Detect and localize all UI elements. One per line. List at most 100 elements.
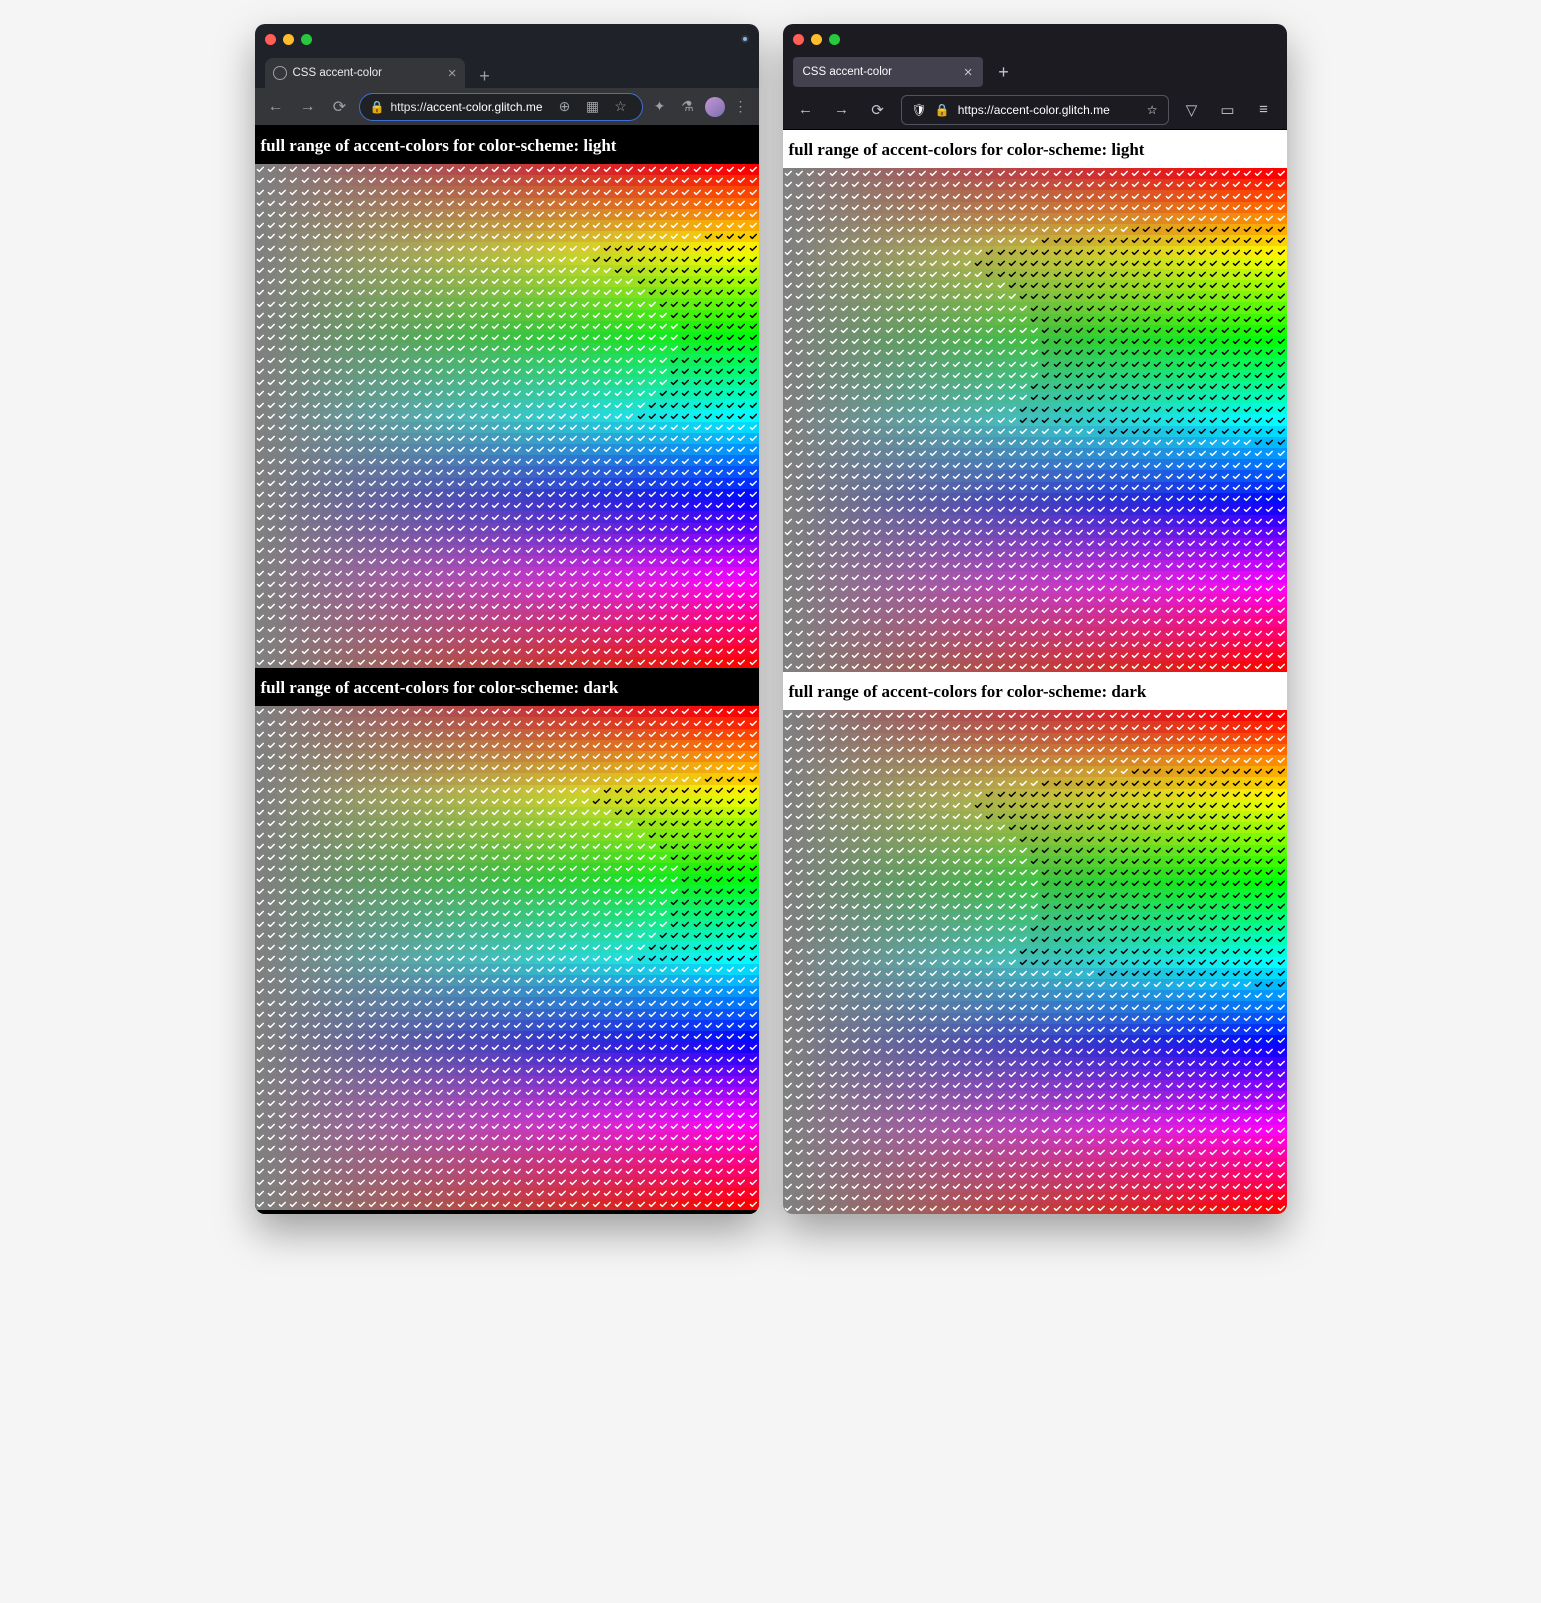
accent-cell[interactable] [680,635,691,646]
accent-cell[interactable] [872,235,883,246]
accent-cell[interactable] [277,785,288,796]
accent-cell[interactable] [883,325,894,336]
accent-cell[interactable] [579,276,590,287]
accent-cell[interactable] [411,1087,422,1098]
accent-cell[interactable] [1175,235,1186,246]
accent-cell[interactable] [591,567,602,578]
accent-cell[interactable] [490,556,501,567]
accent-cell[interactable] [400,885,411,896]
accent-cell[interactable] [984,213,995,224]
accent-cell[interactable] [647,785,658,796]
accent-cell[interactable] [255,164,266,175]
accent-cell[interactable] [445,646,456,657]
accent-cell[interactable] [1130,168,1141,179]
accent-cell[interactable] [535,579,546,590]
accent-cell[interactable] [456,762,467,773]
accent-cell[interactable] [861,258,872,269]
accent-cell[interactable] [895,258,906,269]
accent-cell[interactable] [613,1109,624,1120]
accent-cell[interactable] [928,213,939,224]
accent-cell[interactable] [266,220,277,231]
accent-cell[interactable] [277,897,288,908]
accent-cell[interactable] [1264,168,1275,179]
accent-cell[interactable] [557,242,568,253]
accent-cell[interactable] [367,1076,378,1087]
accent-cell[interactable] [1242,235,1253,246]
accent-cell[interactable] [299,444,310,455]
accent-cell[interactable] [411,908,422,919]
accent-cell[interactable] [367,1132,378,1143]
accent-cell[interactable] [501,164,512,175]
accent-cell[interactable] [725,941,736,952]
accent-cell[interactable] [490,773,501,784]
accent-cell[interactable] [344,841,355,852]
accent-cell[interactable] [602,1143,613,1154]
accent-cell[interactable] [266,1076,277,1087]
accent-cell[interactable] [1018,168,1029,179]
accent-cell[interactable] [333,523,344,534]
accent-cell[interactable] [736,220,747,231]
accent-cell[interactable] [658,964,669,975]
accent-cell[interactable] [467,1165,478,1176]
accent-cell[interactable] [501,1009,512,1020]
accent-cell[interactable] [434,1165,445,1176]
accent-cell[interactable] [658,422,669,433]
accent-cell[interactable] [501,500,512,511]
accent-cell[interactable] [1264,202,1275,213]
accent-cell[interactable] [535,567,546,578]
accent-cell[interactable] [658,455,669,466]
accent-cell[interactable] [658,908,669,919]
accent-cell[interactable] [1175,381,1186,392]
accent-cell[interactable] [928,224,939,235]
accent-cell[interactable] [277,1143,288,1154]
accent-cell[interactable] [557,897,568,908]
accent-cell[interactable] [535,885,546,896]
accent-cell[interactable] [423,422,434,433]
accent-cell[interactable] [367,646,378,657]
accent-cell[interactable] [479,986,490,997]
accent-cell[interactable] [523,186,534,197]
accent-cell[interactable] [266,863,277,874]
accent-cell[interactable] [602,545,613,556]
accent-cell[interactable] [714,1199,725,1210]
accent-cell[interactable] [591,377,602,388]
accent-cell[interactable] [691,796,702,807]
accent-cell[interactable] [423,209,434,220]
accent-cell[interactable] [277,242,288,253]
accent-cell[interactable] [400,1020,411,1031]
accent-cell[interactable] [669,579,680,590]
accent-cell[interactable] [456,164,467,175]
accent-cell[interactable] [951,213,962,224]
accent-cell[interactable] [355,590,366,601]
accent-cell[interactable] [703,332,714,343]
accent-cell[interactable] [445,729,456,740]
accent-cell[interactable] [266,478,277,489]
accent-cell[interactable] [962,347,973,358]
accent-cell[interactable] [277,1098,288,1109]
accent-cell[interactable] [523,1031,534,1042]
accent-cell[interactable] [1085,347,1096,358]
accent-cell[interactable] [322,1177,333,1188]
accent-cell[interactable] [703,1065,714,1076]
accent-cell[interactable] [635,1076,646,1087]
accent-cell[interactable] [647,623,658,634]
accent-cell[interactable] [725,310,736,321]
accent-cell[interactable] [445,254,456,265]
accent-cell[interactable] [1231,213,1242,224]
accent-cell[interactable] [624,343,635,354]
accent-cell[interactable] [322,354,333,365]
accent-cell[interactable] [557,523,568,534]
accent-cell[interactable] [995,314,1006,325]
accent-cell[interactable] [400,466,411,477]
accent-cell[interactable] [423,466,434,477]
accent-cell[interactable] [783,246,794,257]
accent-cell[interactable] [725,897,736,908]
accent-cell[interactable] [490,422,501,433]
accent-cell[interactable] [523,1009,534,1020]
accent-cell[interactable] [411,500,422,511]
accent-cell[interactable] [647,444,658,455]
accent-cell[interactable] [747,1020,758,1031]
accent-cell[interactable] [512,1009,523,1020]
accent-cell[interactable] [423,1121,434,1132]
accent-cell[interactable] [389,1020,400,1031]
